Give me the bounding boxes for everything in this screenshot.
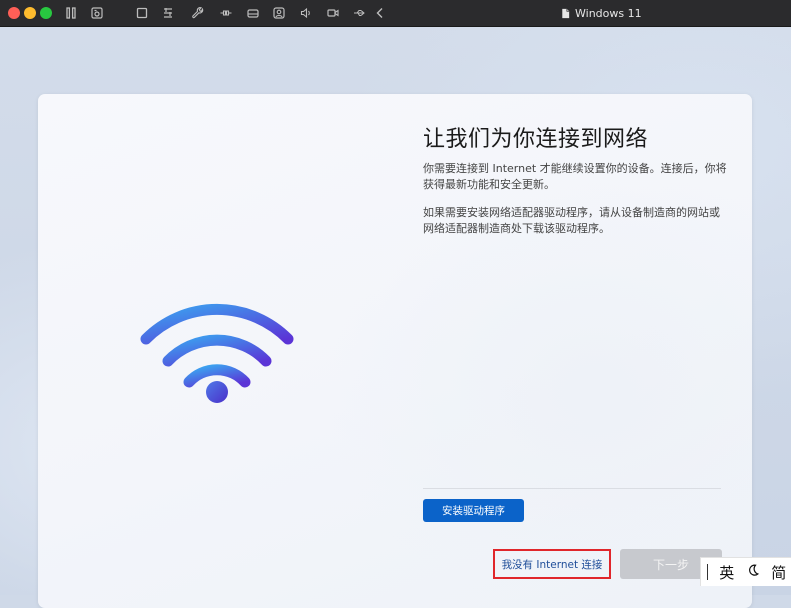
ime-language-toggle[interactable]: 英 (719, 562, 734, 583)
usb-icon[interactable] (351, 5, 367, 21)
back-icon[interactable] (372, 5, 388, 21)
moon-icon[interactable] (746, 563, 760, 581)
minimize-window-button[interactable] (24, 7, 36, 19)
driver-help-text: 如果需要安装网络适配器驱动程序，请从设备制造商的网站或网络适配器制造商处下载该驱… (423, 206, 720, 235)
screenshot-icon[interactable] (89, 5, 105, 21)
ime-mode-toggle[interactable]: 简 (771, 562, 786, 583)
drive-icon[interactable] (245, 5, 261, 21)
page-title: 让我们为你连接到网络 (423, 127, 649, 152)
zoom-window-button[interactable] (40, 7, 52, 19)
oobe-card: 让我们为你连接到网络 你需要连接到 Internet 才能继续设置你的设备。连接… (38, 94, 752, 608)
ime-toolbar: 英 简 (700, 557, 791, 586)
pause-icon[interactable] (63, 5, 79, 21)
ime-handle[interactable] (706, 564, 708, 580)
intro-text: 你需要连接到 Internet 才能继续设置你的设备。连接后，你将获得最新功能和… (423, 162, 727, 191)
keyboard-icon[interactable] (160, 5, 176, 21)
wifi-icon (140, 304, 294, 403)
window-title-text: Windows 11 (575, 6, 642, 20)
vm-display: 让我们为你连接到网络 你需要连接到 Internet 才能继续设置你的设备。连接… (0, 27, 791, 608)
audio-icon[interactable] (298, 5, 314, 21)
close-window-button[interactable] (8, 7, 20, 19)
divider (423, 488, 721, 489)
document-icon (562, 8, 570, 18)
window-title: Windows 11 (560, 5, 642, 21)
connect-icon[interactable] (218, 5, 234, 21)
window-icon[interactable] (134, 5, 150, 21)
no-internet-button[interactable]: 我没有 Internet 连接 (493, 549, 611, 579)
vm-titlebar: Windows 11 (0, 0, 791, 27)
video-icon[interactable] (325, 5, 341, 21)
camera-icon[interactable] (271, 5, 287, 21)
wrench-icon[interactable] (190, 5, 206, 21)
install-driver-button[interactable]: 安装驱动程序 (423, 499, 524, 522)
